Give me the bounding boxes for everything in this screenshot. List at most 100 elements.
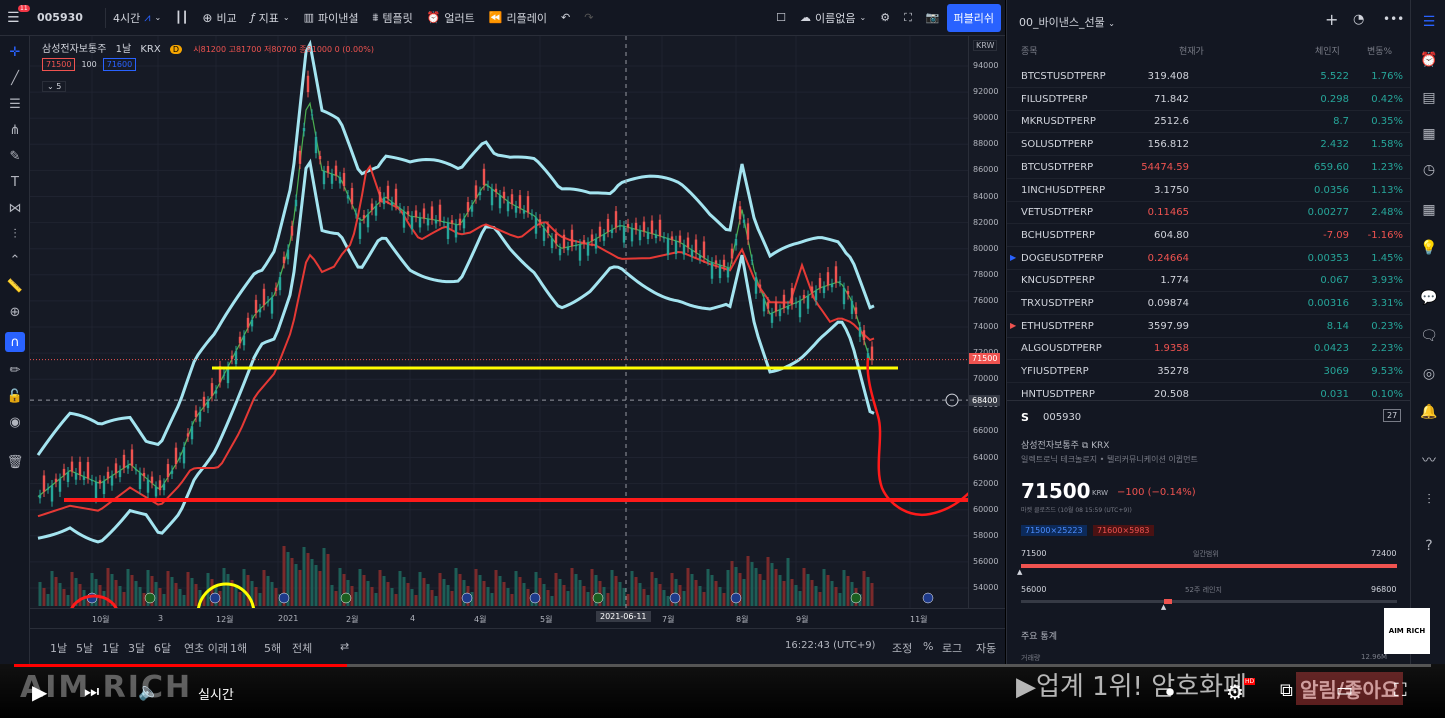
event-marker-icon[interactable] [669, 592, 681, 604]
calendar-icon[interactable]: ▦ [1419, 200, 1439, 220]
miniplayer-icon[interactable]: ⧉ [1280, 680, 1293, 701]
watchlist-row[interactable]: VETUSDTPERP 0.11465 0.00277 2.48% [1007, 202, 1411, 225]
watchlist-row[interactable]: BTCSTUSDTPERP 319.408 5.522 1.76% [1007, 66, 1411, 88]
help-icon[interactable]: ? [1419, 536, 1439, 556]
menu-button[interactable]: ☰ 11 [0, 0, 30, 36]
theater-mode-icon[interactable]: ▭ [1336, 680, 1353, 701]
range-button[interactable]: 연초 이래 [184, 640, 228, 656]
alarm-icon[interactable]: ⏰ [1419, 50, 1439, 70]
undo-button[interactable]: ↶ [554, 0, 577, 36]
replay-button[interactable]: ⏪ 리플레이 [482, 0, 554, 36]
watchlist-icon[interactable]: ☰ [1419, 12, 1439, 32]
zoom-icon[interactable]: ⊕ [5, 302, 25, 322]
col-price[interactable]: 현재가 [1179, 44, 1204, 57]
watchlist-header[interactable]: 00_바이낸스_선물 ⌄ [1019, 14, 1115, 30]
data-window-icon[interactable]: ▤ [1419, 88, 1439, 108]
ask-chip[interactable]: 71600×5983 [1093, 525, 1154, 536]
flag-icon[interactable]: ▶ [1010, 321, 1016, 330]
hotlist-icon[interactable]: ◷ [1419, 160, 1439, 180]
layout-toggle-button[interactable]: ☐ [769, 0, 793, 36]
watchlist-row[interactable]: BTCUSDTPERP 54474.59 659.60 1.23% [1007, 157, 1411, 179]
watchlist-row[interactable]: TRXUSDTPERP 0.09874 0.00316 3.31% [1007, 293, 1411, 315]
watchlist-row[interactable]: YFIUSDTPERP 35278 3069 9.53% [1007, 361, 1411, 384]
watchlist-row[interactable]: BCHUSDTPERP 604.80 -7.09 -1.16% [1007, 225, 1411, 247]
time-axis[interactable]: 10월 3 12월 2021 2월 4 4월 5월 7월 8월 9월 11월 2021-06-11 [30, 608, 1005, 628]
event-marker-icon[interactable] [340, 592, 352, 604]
watchlist-row[interactable]: ALGOUSDTPERP 1.9358 0.0423 2.23% [1007, 338, 1411, 361]
col-symbol[interactable]: 종목 [1021, 44, 1038, 57]
eye-icon[interactable]: ◉ [5, 412, 25, 432]
bar-style-button[interactable]: ┃┃ [168, 0, 195, 36]
add-symbol-icon[interactable]: + [1325, 10, 1338, 29]
pattern-icon[interactable]: ⋈ [5, 198, 25, 218]
autoplay-toggle-icon[interactable]: ⏺ [1166, 682, 1174, 702]
trading-icon[interactable]: 〰 [1419, 450, 1439, 470]
watchlist-row[interactable]: DOGEUSDTPERP 0.24664 0.00353 1.45% ▶ [1007, 248, 1411, 270]
range-button[interactable]: 전체 [292, 640, 312, 656]
external-link-icon[interactable]: ⧉ [1082, 441, 1088, 451]
chat-icon[interactable]: 💬 [1419, 288, 1439, 308]
trend-line-icon[interactable]: ╱ [5, 68, 25, 88]
watchlist-row[interactable]: KNCUSDTPERP 1.774 0.067 3.93% [1007, 270, 1411, 293]
event-marker-icon[interactable] [278, 592, 290, 604]
pitchfork-icon[interactable]: ⋔ [5, 120, 25, 140]
messages-icon[interactable]: 🗨 [1419, 326, 1439, 346]
streams-icon[interactable]: ◎ [1419, 364, 1439, 384]
bid-chip[interactable]: 71500×25223 [1021, 525, 1087, 536]
price-chart[interactable] [30, 36, 968, 608]
range-button[interactable]: 1해 [230, 640, 247, 656]
crosshair-icon[interactable]: ✛ [5, 42, 25, 62]
adjust-button[interactable]: 조정 [892, 640, 912, 656]
fullscreen-button[interactable]: ⛶ [897, 0, 919, 36]
ask-chip[interactable]: 71600 [102, 58, 137, 71]
ideas-icon[interactable]: 💡 [1419, 238, 1439, 258]
col-change[interactable]: 체인지 [1315, 44, 1340, 57]
pie-chart-icon[interactable]: ◔ [1353, 12, 1364, 27]
dom-icon[interactable]: ⫶ [1419, 490, 1439, 510]
watchlist-row[interactable]: 1INCHUSDTPERP 3.1750 0.0356 1.13% [1007, 180, 1411, 202]
layout-name-button[interactable]: ☁ 이름없음 ⌄ [793, 0, 873, 36]
collapse-toggle[interactable]: ⌄ 5 [42, 81, 67, 92]
event-marker-icon[interactable] [922, 592, 934, 604]
price-axis[interactable]: KRW 94000 92000 90000 88000 86000 84000 82000 8… [968, 36, 1005, 608]
log-button[interactable]: 로그 [942, 640, 962, 656]
event-marker-icon[interactable] [209, 592, 221, 604]
more-icon[interactable]: ••• [1383, 12, 1404, 26]
horizontal-lines-icon[interactable]: ☰ [5, 94, 25, 114]
redo-button[interactable]: ↷ [577, 0, 600, 36]
compare-button[interactable]: ⊕ 비교 [195, 0, 243, 36]
detail-sector[interactable]: 일렉트로닉 테크놀로지 • 텔리커뮤니케이션 이큅먼트 [1021, 454, 1198, 465]
trash-icon[interactable]: 🗑 [5, 452, 25, 472]
watchlist-row[interactable]: MKRUSDTPERP 2512.6 8.7 0.35% [1007, 111, 1411, 134]
watchlist-row[interactable]: SOLUSDTPERP 156.812 2.432 1.58% [1007, 134, 1411, 157]
fullscreen-icon[interactable]: ⛶ [1394, 680, 1407, 701]
magnet-icon[interactable]: ∩ [5, 332, 25, 352]
settings-gear-icon[interactable]: ⚙ [1226, 680, 1244, 704]
text-icon[interactable]: T [5, 172, 25, 192]
symbol-search-button[interactable]: 005930 [30, 0, 105, 36]
interval-button[interactable]: 4시간 ⩘ ⌄ [106, 0, 168, 36]
flag-icon[interactable]: ▶ [1010, 253, 1016, 262]
event-marker-icon[interactable] [592, 592, 604, 604]
lock-icon[interactable]: 🔓 [5, 386, 25, 406]
percent-button[interactable]: % [923, 640, 933, 653]
collapse-icon[interactable]: ⌃ [5, 250, 25, 270]
date-range-icon[interactable]: ⇄ [340, 640, 349, 653]
lock-drawing-icon[interactable]: ✏ [5, 360, 25, 380]
watchlist-row[interactable]: FILUSDTPERP 71.842 0.298 0.42% [1007, 89, 1411, 111]
range-button[interactable]: 5날 [76, 640, 93, 656]
detail-symbol[interactable]: 005930 [1043, 412, 1081, 423]
range-button[interactable]: 6달 [154, 640, 171, 656]
event-marker-icon[interactable] [529, 592, 541, 604]
range-button[interactable]: 3달 [128, 640, 145, 656]
alert-button[interactable]: ⏰ 얼러트 [420, 0, 482, 36]
calendar-icon[interactable]: 27 [1383, 409, 1402, 422]
range-button[interactable]: 1날 [50, 640, 67, 656]
currency-label[interactable]: KRW [973, 40, 998, 51]
ruler-icon[interactable]: 📏 [5, 276, 25, 296]
event-marker-icon[interactable] [850, 592, 862, 604]
col-pct[interactable]: 변동% [1367, 44, 1392, 57]
live-label[interactable]: 실시간 [198, 684, 234, 703]
snapshot-button[interactable]: 📷 [919, 0, 947, 36]
chart-pane[interactable]: 삼성전자보통주 1날 KRX D 시81200 고81700 저80700 종8… [30, 36, 968, 608]
